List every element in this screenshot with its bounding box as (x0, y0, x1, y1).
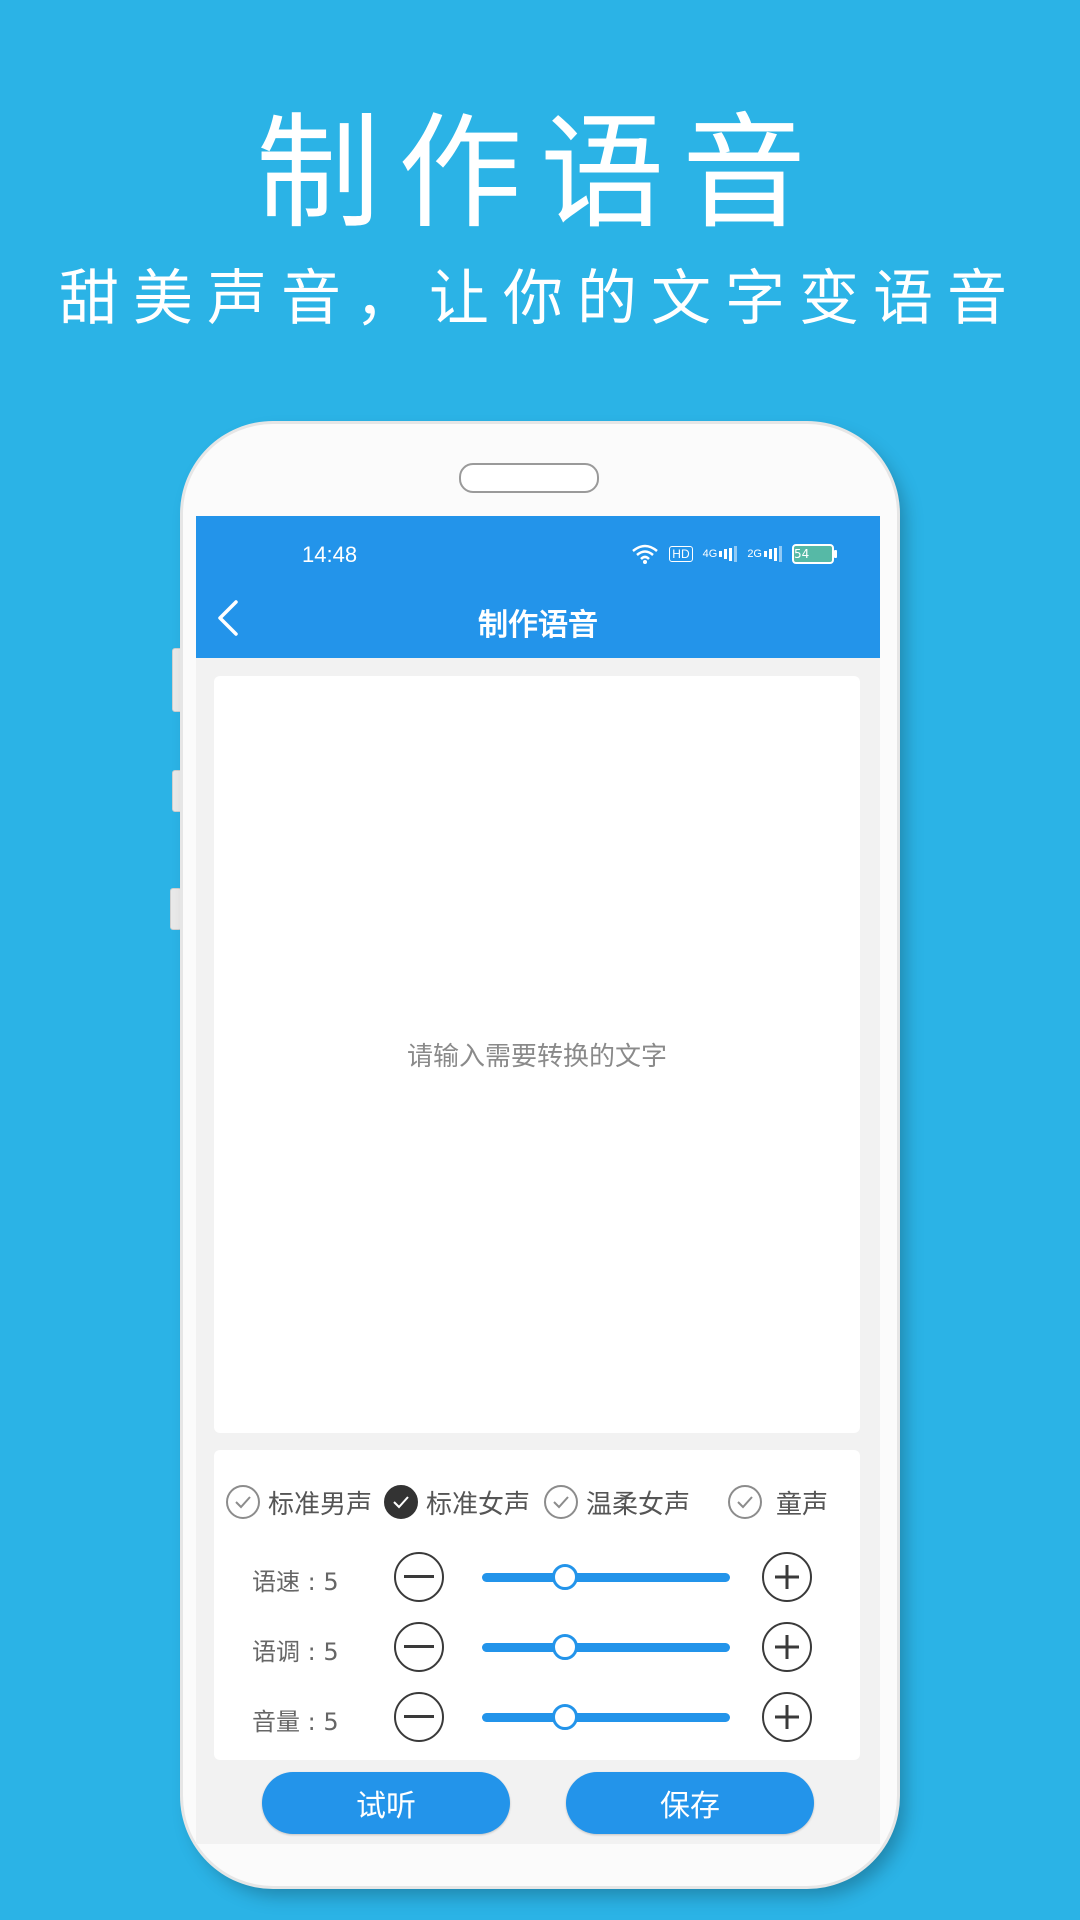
check-icon-selected (384, 1485, 418, 1519)
volume-label: 音量 : 5 (252, 1708, 339, 1736)
battery-icon: 54 (792, 544, 837, 564)
voice-option-label: 童声 (776, 1489, 829, 1520)
promo-subtitle: 甜美声音，让你的文字变语音 (59, 264, 1021, 334)
volume-slider-thumb[interactable] (551, 1704, 578, 1730)
status-icons: HD 4G 2G 54 (631, 544, 837, 564)
speed-label: 语速 : 5 (252, 1568, 339, 1596)
volume-slider[interactable] (482, 1704, 730, 1730)
pitch-increase-button[interactable] (762, 1622, 812, 1672)
voice-option-standard-female[interactable]: 标准女声 (384, 1482, 530, 1522)
pitch-label: 语调 : 5 (252, 1638, 339, 1666)
app-screen: 14:48 HD 4G 2G 54 制作语音 请输入需要转换的文字 标准男声 标… (196, 516, 880, 1844)
page-title: 制作语音 (478, 608, 598, 643)
volume-increase-button[interactable] (762, 1692, 812, 1742)
promo-title: 制作语音 (255, 102, 824, 246)
text-input-area[interactable]: 请输入需要转换的文字 (214, 676, 860, 1433)
signal-4g-icon: 4G (703, 546, 738, 562)
voice-options: 标准男声 标准女声 温柔女声 童声 (226, 1482, 856, 1522)
app-bar: 14:48 HD 4G 2G 54 制作语音 (196, 516, 880, 658)
voice-option-gentle-female[interactable]: 温柔女声 (544, 1482, 690, 1522)
phone-side-button (170, 888, 182, 930)
signal-4g-label: 4G (702, 548, 718, 560)
volume-decrease-button[interactable] (394, 1692, 444, 1742)
pitch-decrease-button[interactable] (394, 1622, 444, 1672)
voice-option-label: 标准男声 (268, 1489, 373, 1520)
pitch-slider[interactable] (482, 1634, 730, 1660)
save-button[interactable]: 保存 (566, 1772, 814, 1834)
voice-option-label: 温柔女声 (586, 1489, 691, 1520)
phone-speaker (459, 463, 599, 493)
wifi-icon (631, 544, 659, 564)
speed-control: 语速 : 5 (214, 1552, 860, 1602)
voice-option-child[interactable]: 童声 (728, 1482, 828, 1522)
hd-icon: HD (669, 546, 693, 562)
speed-increase-button[interactable] (762, 1552, 812, 1602)
pitch-slider-thumb[interactable] (551, 1634, 578, 1660)
speed-decrease-button[interactable] (394, 1552, 444, 1602)
check-icon (544, 1485, 578, 1519)
speed-slider-thumb[interactable] (551, 1564, 578, 1590)
signal-2g-icon: 2G (747, 546, 782, 562)
check-icon (728, 1485, 762, 1519)
speed-slider[interactable] (482, 1564, 730, 1590)
volume-control: 音量 : 5 (214, 1692, 860, 1742)
pitch-control: 语调 : 5 (214, 1622, 860, 1672)
listen-button[interactable]: 试听 (262, 1772, 510, 1834)
voice-option-label: 标准女声 (426, 1489, 531, 1520)
text-input[interactable] (214, 676, 860, 1433)
signal-2g-label: 2G (747, 548, 762, 560)
voice-settings-panel: 标准男声 标准女声 温柔女声 童声 语速 : 5 语调: 5 音量: 5 (214, 1450, 860, 1760)
status-time: 14:48 (302, 542, 358, 567)
voice-option-standard-male[interactable]: 标准男声 (226, 1482, 372, 1522)
check-icon (226, 1485, 260, 1519)
